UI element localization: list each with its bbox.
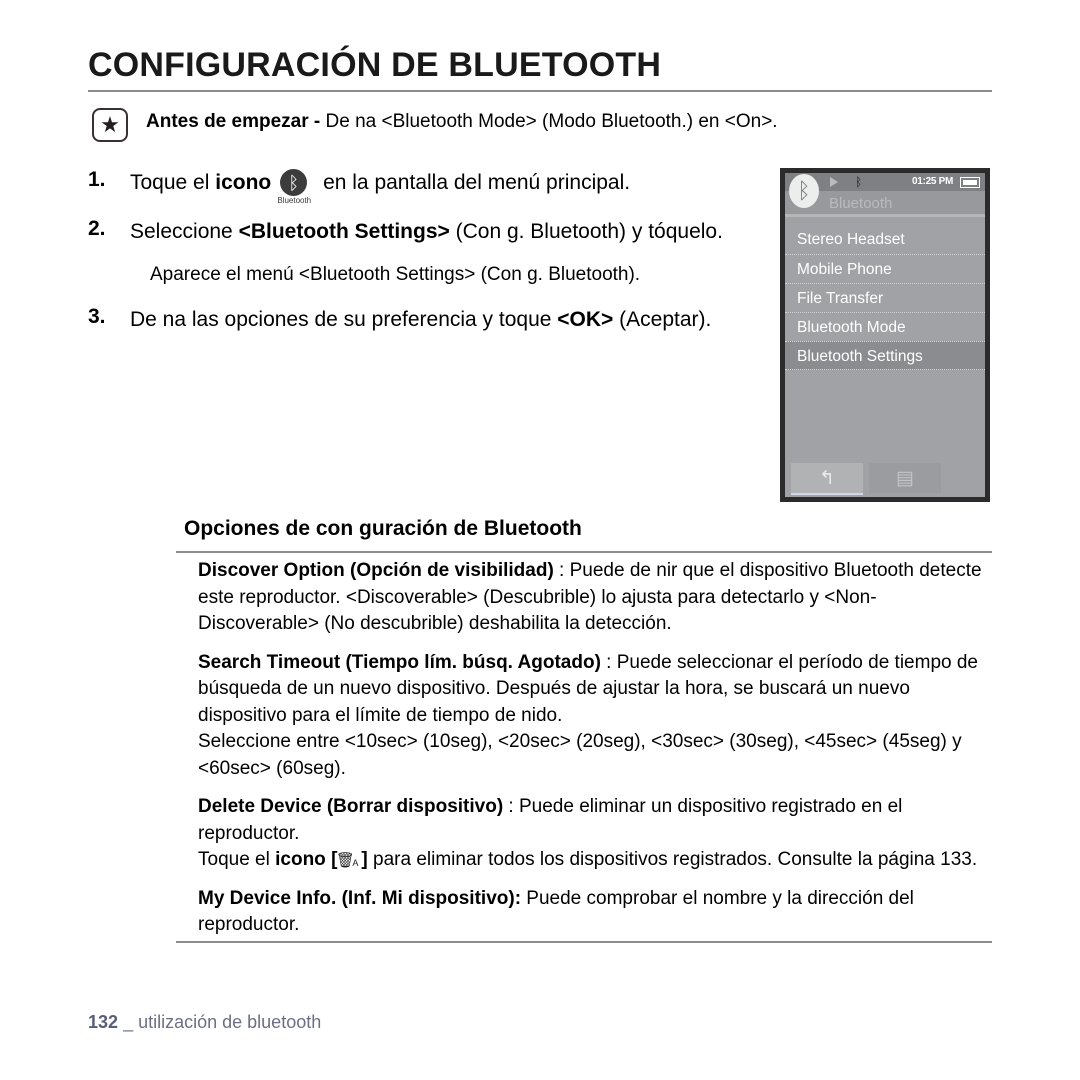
device-menu-list: Stereo Headset Mobile Phone File Transfe… bbox=[785, 225, 985, 370]
device-softkeys: ↰ ▤ bbox=[785, 461, 985, 497]
step-3-number: 3. bbox=[88, 305, 106, 328]
bluetooth-icon: ᛒ Bluetooth bbox=[273, 169, 315, 205]
options-divider-bottom bbox=[176, 941, 992, 943]
option-search-timeout-term: Search Timeout (Tiempo lím. búsq. Agotad… bbox=[198, 651, 601, 673]
manual-page: CONFIGURACIÓN DE BLUETOOTH ★ Antes de em… bbox=[0, 0, 1080, 1080]
bluetooth-status-icon: ᛒ bbox=[855, 175, 863, 189]
options-heading: Opciones de con guración de Bluetooth bbox=[184, 517, 582, 540]
device-screen-title: Bluetooth bbox=[829, 195, 893, 212]
option-delete-device-extra-bold: icono bbox=[275, 849, 326, 870]
device-screen-mock: ᛒ 01:25 PM Bluetooth ᛒ Stereo Headset Mo… bbox=[780, 168, 990, 502]
step-2-substep: Aparece el menú <Bluetooth Settings> (Co… bbox=[150, 264, 641, 285]
step-3-bold: <OK> bbox=[557, 308, 614, 331]
step-2: 2. Seleccione <Bluetooth Settings> (Con … bbox=[88, 217, 768, 289]
battery-icon bbox=[960, 177, 980, 188]
option-delete-device-extra-after: para eliminar todos los dispositivos reg… bbox=[373, 849, 978, 870]
menu-item-mobile-phone[interactable]: Mobile Phone bbox=[785, 254, 985, 283]
menu-item-bluetooth-mode[interactable]: Bluetooth Mode bbox=[785, 312, 985, 341]
star-glyph: ★ bbox=[100, 112, 120, 137]
step-1-text-before: Toque el bbox=[130, 171, 216, 194]
footer-section: utilización de bluetooth bbox=[138, 1012, 322, 1032]
device-title-underline bbox=[785, 214, 985, 217]
step-1: 1. Toque el icono ᛒ Bluetooth en la pantal… bbox=[88, 168, 768, 205]
step-2-text-after: (Con g. Bluetooth) y tóquelo. bbox=[449, 220, 723, 243]
option-search-timeout: Search Timeout (Tiempo lím. búsq. Agotad… bbox=[198, 650, 992, 783]
bluetooth-glyph: ᛒ bbox=[288, 172, 300, 193]
footer-separator: _ bbox=[123, 1012, 134, 1032]
menu-item-stereo-headset[interactable]: Stereo Headset bbox=[785, 225, 985, 254]
option-delete-device-extra-before: Toque el bbox=[198, 849, 276, 870]
title-divider bbox=[88, 90, 992, 92]
options-body: Discover Option (Opción de visibilidad) … bbox=[198, 558, 992, 939]
footer-page-number: 132 bbox=[88, 1012, 119, 1032]
menu-item-file-transfer[interactable]: File Transfer bbox=[785, 283, 985, 312]
bluetooth-logo-glyph: ᛒ bbox=[797, 178, 811, 203]
trash-can-subscript: A bbox=[352, 858, 359, 868]
bracket-close: ] bbox=[361, 849, 374, 870]
device-screen-inner: ᛒ 01:25 PM Bluetooth ᛒ Stereo Headset Mo… bbox=[785, 173, 985, 497]
step-1-bold: icono bbox=[215, 171, 272, 194]
menu-softkey[interactable]: ▤ bbox=[869, 463, 941, 493]
option-my-device-info: My Device Info. (Inf. Mi dispositivo): P… bbox=[198, 886, 992, 939]
note-body: De na <Bluetooth Mode> (Modo Bluetooth.)… bbox=[320, 111, 778, 132]
step-3-text-before: De na las opciones de su preferencia y t… bbox=[130, 308, 558, 331]
option-delete-device-term: Delete Device (Borrar dispositivo) bbox=[198, 796, 504, 817]
step-2-bold: <Bluetooth Settings> bbox=[238, 220, 450, 243]
step-1-body: Toque el icono ᛒ Bluetooth en la pantalla … bbox=[130, 168, 768, 205]
note-label: Antes de empezar - bbox=[146, 111, 321, 132]
step-2-text-before: Seleccione bbox=[130, 220, 239, 243]
bluetooth-icon-caption: Bluetooth bbox=[277, 196, 312, 205]
step-3-text-after: (Aceptar). bbox=[613, 308, 712, 331]
page-footer: 132 _ utilización de bluetooth bbox=[88, 1012, 321, 1033]
step-2-body: Seleccione <Bluetooth Settings> (Con g. … bbox=[130, 217, 768, 247]
trash-can-icon: 🗑 A bbox=[335, 850, 361, 869]
option-discover-term: Discover Option (Opción de visibilidad) bbox=[198, 560, 554, 581]
steps-list: 1. Toque el icono ᛒ Bluetooth en la pantal… bbox=[88, 168, 768, 341]
note-text: Antes de empezar - De na <Bluetooth Mode… bbox=[146, 111, 778, 133]
back-arrow-icon: ↰ bbox=[819, 467, 835, 489]
step-3: 3. De na las opciones de su preferencia … bbox=[88, 305, 768, 335]
trash-can-glyph: 🗑 bbox=[335, 851, 355, 869]
before-you-begin-note: ★ Antes de empezar - De na <Bluetooth Mo… bbox=[88, 105, 992, 147]
back-softkey[interactable]: ↰ bbox=[791, 463, 863, 495]
page-title: CONFIGURACIÓN DE BLUETOOTH bbox=[88, 46, 662, 84]
option-delete-device: Delete Device (Borrar dispositivo) : Pue… bbox=[198, 794, 992, 874]
step-1-number: 1. bbox=[88, 168, 106, 191]
menu-item-bluetooth-settings[interactable]: Bluetooth Settings bbox=[785, 341, 985, 370]
option-search-timeout-desc2: Seleccione entre <10sec> (10seg), <20sec… bbox=[198, 731, 962, 779]
star-icon: ★ bbox=[92, 108, 128, 142]
list-menu-icon: ▤ bbox=[896, 467, 914, 489]
option-discover: Discover Option (Opción de visibilidad) … bbox=[198, 558, 992, 638]
option-my-device-info-term: My Device Info. (Inf. Mi dispositivo): bbox=[198, 887, 522, 909]
play-icon bbox=[830, 177, 838, 187]
step-1-text-after: en la pantalla del menú principal. bbox=[317, 171, 631, 194]
options-divider-top bbox=[176, 551, 992, 553]
step-2-number: 2. bbox=[88, 217, 106, 240]
status-time: 01:25 PM bbox=[912, 176, 953, 187]
step-3-body: De na las opciones de su preferencia y t… bbox=[130, 305, 768, 335]
